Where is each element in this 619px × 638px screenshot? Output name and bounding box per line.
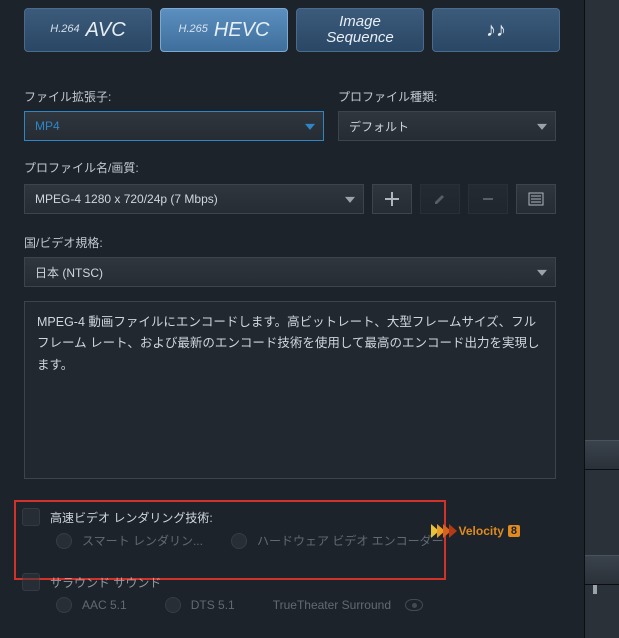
label-profile-type: プロファイル種類: [338, 88, 556, 105]
label-file-extension: ファイル拡張子: [24, 88, 324, 105]
label-profile-name: プロファイル名/画質: [24, 159, 556, 176]
checkbox-fast-render [22, 508, 40, 526]
tab-audio[interactable]: ♪♪ [432, 8, 560, 52]
label-surround: サラウンド サウンド [50, 574, 161, 591]
label-dts51: DTS 5.1 [191, 598, 235, 612]
tab-h265-label: HEVC [214, 20, 270, 41]
tab-h265-hevc[interactable]: H.265 HEVC [160, 8, 288, 52]
remove-profile-button [468, 184, 508, 214]
tab-seq-line2: Sequence [326, 30, 394, 46]
profile-description: MPEG-4 動画ファイルにエンコードします。高ビットレート、大型フレームサイズ… [24, 301, 556, 479]
select-file-extension[interactable]: MP4 [24, 111, 324, 141]
add-profile-button[interactable] [372, 184, 412, 214]
profile-details-button[interactable] [516, 184, 556, 214]
list-icon [528, 192, 544, 206]
velocity-number: 8 [508, 525, 520, 537]
tab-h264-prefix: H.264 [50, 24, 79, 36]
select-profile-type-value: デフォルト [349, 118, 409, 135]
chevron-down-icon [305, 124, 315, 130]
label-smart-rendering: スマート レンダリン... [82, 532, 203, 549]
checkbox-surround [22, 573, 40, 591]
chevron-down-icon [537, 124, 547, 130]
radio-smart-rendering [56, 533, 72, 549]
select-profile-name[interactable]: MPEG-4 1280 x 720/24p (7 Mbps) [24, 184, 364, 214]
label-region: 国/ビデオ規格: [24, 234, 556, 251]
select-file-extension-value: MP4 [35, 119, 60, 133]
radio-aac51 [56, 597, 72, 613]
edit-profile-button [420, 184, 460, 214]
tab-h264-avc[interactable]: H.264 AVC [24, 8, 152, 52]
label-truetheater: TrueTheater Surround [273, 598, 391, 612]
chevron-down-icon [345, 197, 355, 203]
chevron-down-icon [537, 270, 547, 276]
chevron-icon [449, 524, 457, 538]
label-aac51: AAC 5.1 [82, 598, 127, 612]
eye-icon [405, 599, 423, 611]
tab-h264-label: AVC [86, 20, 126, 41]
pencil-icon [433, 192, 447, 206]
tab-h265-prefix: H.265 [179, 24, 208, 36]
velocity-badge: Velocity 8 [431, 524, 520, 538]
select-profile-name-value: MPEG-4 1280 x 720/24p (7 Mbps) [35, 192, 218, 206]
radio-hardware-encoder [231, 533, 247, 549]
label-fast-render: 高速ビデオ レンダリング技術: [50, 509, 213, 526]
tab-seq-line1: Image [339, 14, 381, 30]
label-hardware-encoder: ハードウェア ビデオ エンコーダー [257, 532, 444, 549]
music-icon: ♪♪ [486, 20, 506, 41]
plus-icon [385, 192, 399, 206]
select-region-value: 日本 (NTSC) [35, 264, 103, 281]
minus-icon [481, 192, 495, 206]
tab-image-sequence[interactable]: Image Sequence [296, 8, 424, 52]
select-region[interactable]: 日本 (NTSC) [24, 257, 556, 287]
velocity-label: Velocity [459, 524, 504, 538]
radio-dts51 [165, 597, 181, 613]
select-profile-type[interactable]: デフォルト [338, 111, 556, 141]
